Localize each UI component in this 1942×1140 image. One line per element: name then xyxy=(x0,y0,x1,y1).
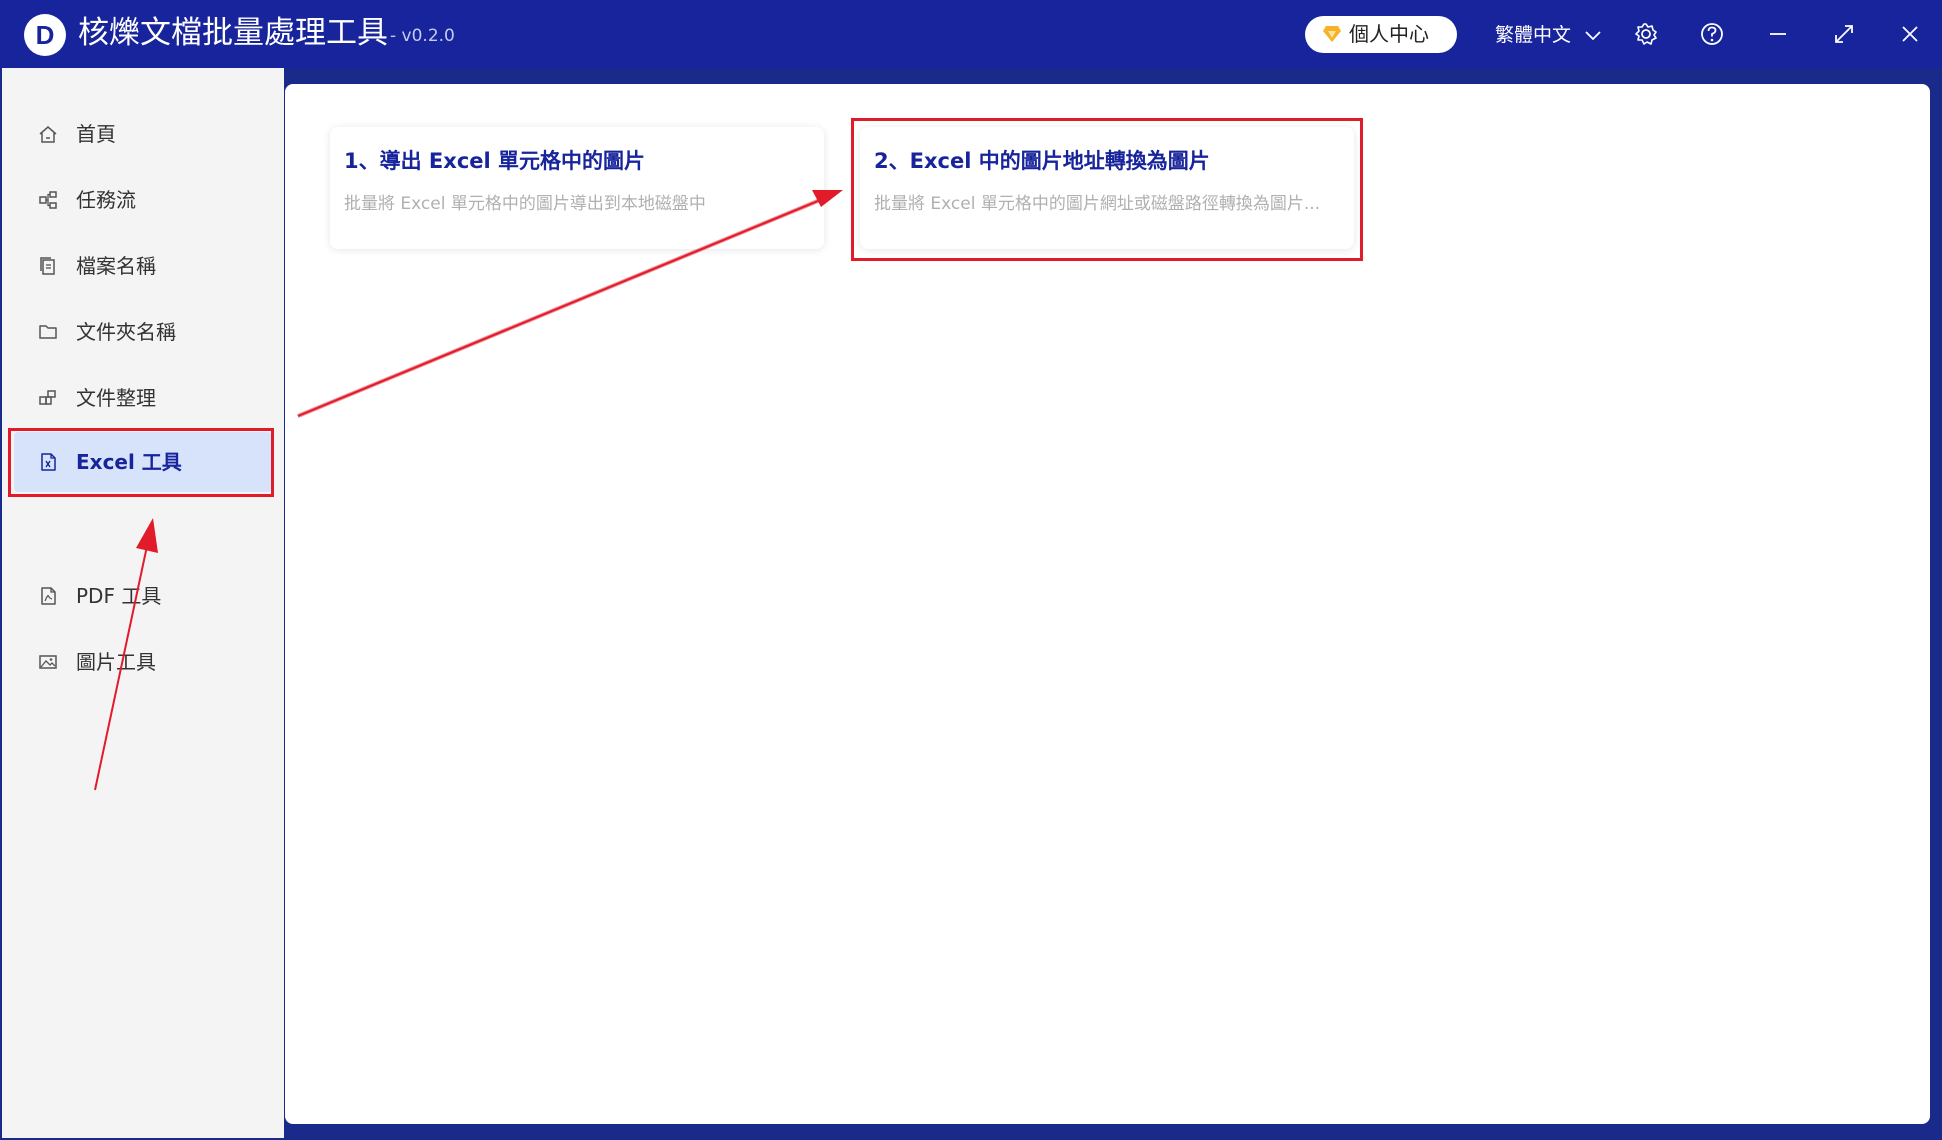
maximize-button[interactable] xyxy=(1828,18,1860,50)
card-description: 批量將 Excel 單元格中的圖片網址或磁盤路徑轉換為圖片... xyxy=(874,194,1321,214)
sidebar-item-excel-tools[interactable]: Excel 工具 xyxy=(14,432,272,492)
sidebar-item-label: 文件整理 xyxy=(76,386,156,410)
language-label: 繁體中文 xyxy=(1495,24,1572,46)
sidebar-item-pdf-tools[interactable]: PDF 工具 xyxy=(10,568,272,624)
settings-button[interactable] xyxy=(1630,18,1662,50)
personal-center-button[interactable]: 個人中心 xyxy=(1305,16,1457,53)
card-title: 1、導出 Excel 單元格中的圖片 xyxy=(344,149,646,173)
sidebar-item-label: 檔案名稱 xyxy=(76,254,156,278)
workflow-icon xyxy=(39,191,57,209)
app-version: - v0.2.0 xyxy=(390,26,455,46)
sidebar-item-label: Excel 工具 xyxy=(76,450,182,474)
chevron-down-icon xyxy=(1585,30,1601,40)
app-logo: D xyxy=(24,14,66,56)
file-copy-icon xyxy=(40,257,55,275)
tool-card-url-to-image[interactable]: 2、Excel 中的圖片地址轉換為圖片 批量將 Excel 單元格中的圖片網址或… xyxy=(860,127,1354,249)
gear-icon xyxy=(1635,23,1657,45)
card-description: 批量將 Excel 單元格中的圖片導出到本地磁盤中 xyxy=(344,194,706,214)
close-button[interactable] xyxy=(1894,18,1926,50)
home-icon xyxy=(39,126,57,143)
sidebar-item-home[interactable]: 首頁 xyxy=(10,106,272,162)
sidebar-item-label: 任務流 xyxy=(76,188,136,212)
folder-icon xyxy=(39,325,57,339)
pdf-file-icon xyxy=(41,587,56,605)
image-icon xyxy=(39,655,57,669)
title-bar: D 核爍文檔批量處理工具 - v0.2.0 個人中心 繁體中文 xyxy=(0,0,1942,68)
app-title: 核爍文檔批量處理工具 xyxy=(78,15,388,51)
minimize-icon xyxy=(1770,33,1786,35)
tool-card-export-images[interactable]: 1、導出 Excel 單元格中的圖片 批量將 Excel 單元格中的圖片導出到本… xyxy=(330,127,824,249)
sidebar: 首頁 任務流 檔案名稱 文件夾名稱 文件整理 Excel 工具 PDF 工具 圖… xyxy=(2,68,284,1138)
sidebar-item-label: 圖片工具 xyxy=(76,650,156,674)
help-icon xyxy=(1701,23,1723,45)
sidebar-item-label: 文件夾名稱 xyxy=(76,320,176,344)
sidebar-item-filename[interactable]: 檔案名稱 xyxy=(10,238,272,294)
diamond-icon xyxy=(1323,26,1341,42)
sidebar-item-label: 首頁 xyxy=(76,122,116,146)
language-select[interactable]: 繁體中文 xyxy=(1495,20,1601,50)
minimize-button[interactable] xyxy=(1762,18,1794,50)
main-panel: 1、導出 Excel 單元格中的圖片 批量將 Excel 單元格中的圖片導出到本… xyxy=(285,84,1930,1124)
sidebar-item-workflow[interactable]: 任務流 xyxy=(10,172,272,228)
sidebar-item-label: PDF 工具 xyxy=(76,584,162,608)
sidebar-item-image-tools[interactable]: 圖片工具 xyxy=(10,634,272,690)
excel-file-icon xyxy=(41,453,56,471)
personal-center-label: 個人中心 xyxy=(1349,22,1429,46)
sidebar-item-foldername[interactable]: 文件夾名稱 xyxy=(10,304,272,360)
sidebar-item-organize[interactable]: 文件整理 xyxy=(10,370,272,426)
help-button[interactable] xyxy=(1696,18,1728,50)
card-title: 2、Excel 中的圖片地址轉換為圖片 xyxy=(874,149,1210,173)
expand-icon xyxy=(1835,25,1853,43)
organize-icon xyxy=(39,390,56,405)
close-icon xyxy=(1902,26,1918,42)
